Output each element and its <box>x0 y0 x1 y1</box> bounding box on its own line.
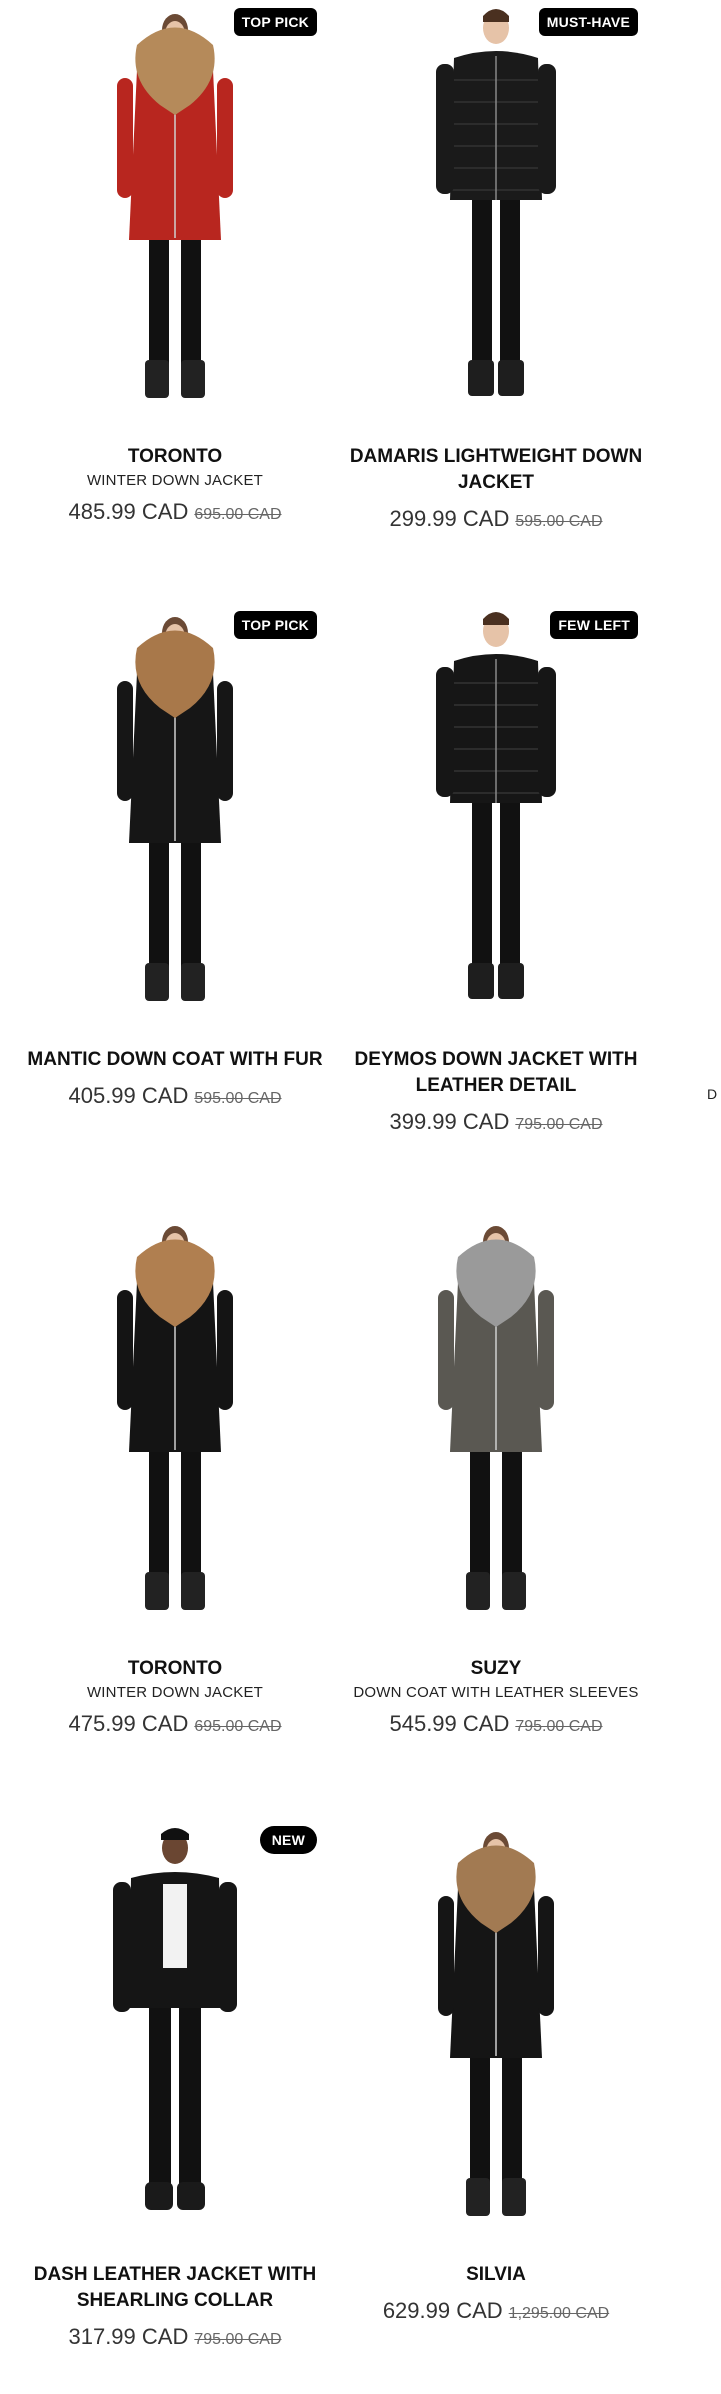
original-price: 695.00 CAD <box>194 1718 282 1735</box>
original-price: 695.00 CAD <box>194 506 282 523</box>
next-column-edge-text: D <box>707 1086 718 1102</box>
product-card[interactable]: SILVIA 629.99 CAD 1,295.00 CAD <box>321 1818 671 2324</box>
product-price: 405.99 CAD 595.00 CAD <box>0 1083 350 1109</box>
product-image[interactable] <box>346 1212 646 1642</box>
product-subtitle: WINTER DOWN JACKET <box>86 472 264 489</box>
product-image[interactable]: NEW <box>25 1818 325 2248</box>
model-figure <box>438 1226 554 1610</box>
product-price: 399.99 CAD 795.00 CAD <box>321 1109 671 1135</box>
product-card[interactable]: MUST-HAVE DAMARIS LIGHTWEIGHT DOWN JACKE… <box>321 0 671 532</box>
product-badge: TOP PICK <box>233 8 317 36</box>
product-badge: FEW LEFT <box>550 611 638 639</box>
product-card[interactable]: TOP PICK MANTIC DOWN COAT WITH FUR 405.9… <box>0 603 350 1109</box>
product-price: 485.99 CAD 695.00 CAD <box>0 499 350 525</box>
sale-price: 545.99 CAD <box>389 1711 510 1736</box>
model-figure <box>436 9 556 396</box>
product-name[interactable]: TORONTO <box>0 444 350 470</box>
product-name[interactable]: SUZY <box>321 1656 671 1682</box>
product-price: 299.99 CAD 595.00 CAD <box>321 506 671 532</box>
product-image[interactable]: TOP PICK <box>25 603 325 1033</box>
product-badge: TOP PICK <box>233 611 317 639</box>
original-price: 795.00 CAD <box>515 1718 603 1735</box>
product-image[interactable] <box>346 1818 646 2248</box>
original-price: 795.00 CAD <box>194 2331 282 2348</box>
product-name[interactable]: MANTIC DOWN COAT WITH FUR <box>0 1047 350 1073</box>
product-name[interactable]: SILVIA <box>321 2262 671 2288</box>
sale-price: 485.99 CAD <box>68 499 189 524</box>
product-grid: TOP PICK TORONTO WINTER DOWN JACKET 485.… <box>0 0 721 2394</box>
sale-price: 317.99 CAD <box>68 2324 189 2349</box>
product-image[interactable]: TOP PICK <box>25 0 325 430</box>
product-subtitle: DOWN COAT WITH LEATHER SLEEVES <box>353 1684 639 1701</box>
original-price: 1,295.00 CAD <box>508 2305 610 2322</box>
sale-price: 299.99 CAD <box>389 506 510 531</box>
product-name[interactable]: DEYMOS DOWN JACKET WITH LEATHER DETAIL <box>321 1047 671 1099</box>
product-subtitle: WINTER DOWN JACKET <box>86 1684 264 1701</box>
original-price: 595.00 CAD <box>194 1090 282 1107</box>
product-name[interactable]: DAMARIS LIGHTWEIGHT DOWN JACKET <box>321 444 671 496</box>
sale-price: 475.99 CAD <box>68 1711 189 1736</box>
product-card[interactable]: FEW LEFT DEYMOS DOWN JACKET WITH LEATHER… <box>321 603 671 1135</box>
product-card[interactable]: SUZY DOWN COAT WITH LEATHER SLEEVES 545.… <box>321 1212 671 1737</box>
product-card[interactable]: NEW DASH LEATHER JACKET WITH SHEARLING C… <box>0 1818 350 2350</box>
sale-price: 629.99 CAD <box>382 2298 503 2323</box>
model-figure <box>113 1828 237 2210</box>
product-price: 545.99 CAD 795.00 CAD <box>321 1711 671 1737</box>
product-image[interactable] <box>25 1212 325 1642</box>
product-card[interactable]: TORONTO WINTER DOWN JACKET 475.99 CAD 695… <box>0 1212 350 1737</box>
product-price: 317.99 CAD 795.00 CAD <box>0 2324 350 2350</box>
product-price: 475.99 CAD 695.00 CAD <box>0 1711 350 1737</box>
product-card[interactable]: TOP PICK TORONTO WINTER DOWN JACKET 485.… <box>0 0 350 525</box>
model-figure <box>117 617 233 1001</box>
model-figure <box>117 14 233 398</box>
product-badge: NEW <box>259 1826 317 1854</box>
product-price: 629.99 CAD 1,295.00 CAD <box>321 2298 671 2324</box>
sale-price: 399.99 CAD <box>389 1109 510 1134</box>
original-price: 795.00 CAD <box>515 1116 603 1133</box>
model-figure <box>438 1832 554 2216</box>
product-image[interactable]: FEW LEFT <box>346 603 646 1033</box>
model-figure <box>436 612 556 999</box>
product-name[interactable]: TORONTO <box>0 1656 350 1682</box>
sale-price: 405.99 CAD <box>68 1083 189 1108</box>
product-badge: MUST-HAVE <box>538 8 638 36</box>
product-name[interactable]: DASH LEATHER JACKET WITH SHEARLING COLLA… <box>0 2262 350 2314</box>
model-figure <box>117 1226 233 1610</box>
product-image[interactable]: MUST-HAVE <box>346 0 646 430</box>
original-price: 595.00 CAD <box>515 513 603 530</box>
